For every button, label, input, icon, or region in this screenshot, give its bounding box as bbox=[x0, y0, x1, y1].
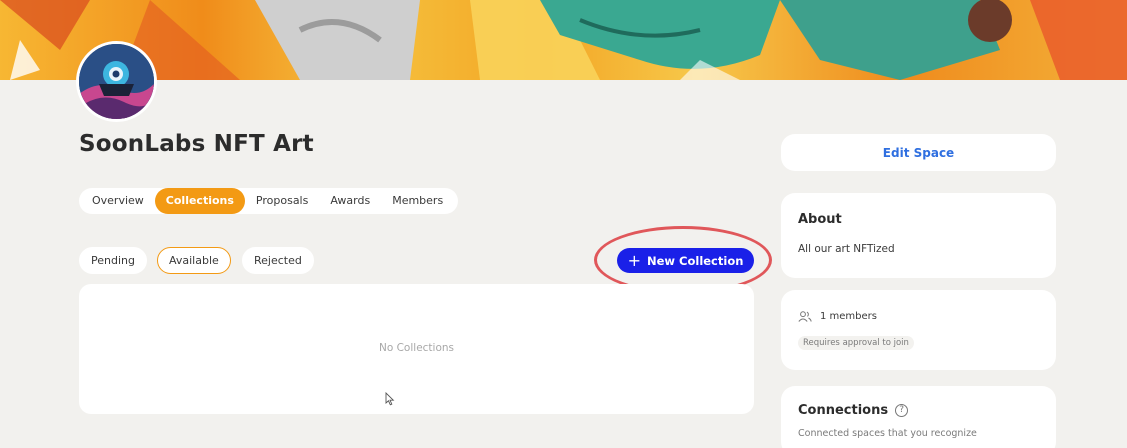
about-description: All our art NFTized bbox=[798, 243, 895, 255]
tab-collections[interactable]: Collections bbox=[154, 188, 245, 214]
filter-rejected[interactable]: Rejected bbox=[242, 247, 314, 274]
connections-title: Connections bbox=[798, 403, 889, 418]
approval-badge: Requires approval to join bbox=[798, 336, 914, 350]
new-collection-button[interactable]: + New Collection bbox=[617, 248, 754, 273]
filter-available[interactable]: Available bbox=[157, 247, 231, 274]
tab-awards[interactable]: Awards bbox=[319, 188, 381, 214]
tab-overview[interactable]: Overview bbox=[81, 188, 155, 214]
space-title: SoonLabs NFT Art bbox=[79, 131, 314, 157]
edit-space-button[interactable]: Edit Space bbox=[781, 134, 1056, 171]
tab-members[interactable]: Members bbox=[381, 188, 454, 214]
empty-state-text: No Collections bbox=[378, 342, 455, 354]
about-title: About bbox=[798, 212, 842, 227]
space-tabs: Overview Collections Proposals Awards Me… bbox=[79, 188, 459, 214]
mouse-cursor-icon bbox=[385, 392, 395, 406]
about-card: About All our art NFTized bbox=[781, 193, 1056, 278]
space-banner bbox=[0, 0, 1127, 80]
question-icon[interactable]: ? bbox=[895, 404, 909, 417]
new-collection-label: New Collection bbox=[646, 253, 744, 268]
space-avatar bbox=[76, 41, 157, 122]
members-count: 1 members bbox=[820, 311, 877, 322]
connections-subtitle: Connected spaces that you recognize bbox=[798, 428, 977, 439]
plus-icon: + bbox=[627, 250, 641, 270]
collections-panel: No Collections bbox=[79, 284, 754, 414]
banner-artwork bbox=[0, 0, 1127, 80]
avatar-artwork bbox=[79, 44, 154, 119]
tab-proposals[interactable]: Proposals bbox=[245, 188, 319, 214]
users-icon bbox=[798, 311, 812, 322]
filter-pending[interactable]: Pending bbox=[79, 247, 147, 274]
members-card: 1 members Requires approval to join bbox=[781, 290, 1056, 370]
connections-card: Connections ? Connected spaces that you … bbox=[781, 386, 1056, 448]
